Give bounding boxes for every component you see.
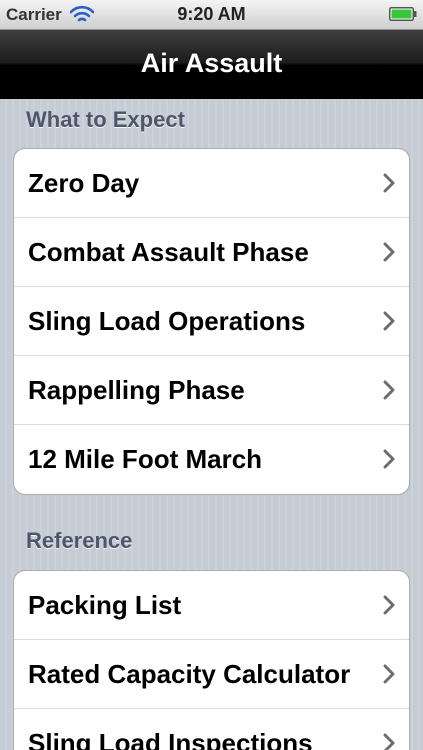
- row-zero-day[interactable]: Zero Day: [14, 149, 409, 218]
- chevron-right-icon: [383, 173, 395, 193]
- row-label: Rated Capacity Calculator: [28, 659, 351, 689]
- row-label: Zero Day: [28, 168, 140, 198]
- row-label: Sling Load Inspections: [28, 728, 313, 750]
- row-label: Rappelling Phase: [28, 375, 245, 405]
- chevron-right-icon: [383, 664, 395, 684]
- chevron-right-icon: [383, 595, 395, 615]
- chevron-right-icon: [383, 449, 395, 469]
- battery-icon: [389, 7, 417, 21]
- row-label: Packing List: [28, 590, 182, 620]
- row-sling-load-inspections[interactable]: Sling Load Inspections: [14, 709, 409, 750]
- row-12-mile-foot-march[interactable]: 12 Mile Foot March: [14, 425, 409, 494]
- row-label: Sling Load Operations: [28, 306, 306, 336]
- reference-group: Packing List Rated Capacity Calculator S…: [13, 570, 410, 750]
- row-sling-load-operations[interactable]: Sling Load Operations: [14, 287, 409, 356]
- status-time: 9:20 AM: [177, 4, 246, 24]
- section-header-what-to-expect: What to Expect: [26, 107, 185, 132]
- row-combat-assault-phase[interactable]: Combat Assault Phase: [14, 218, 409, 287]
- row-packing-list[interactable]: Packing List: [14, 571, 409, 640]
- status-bar: Carrier 9:20 AM: [0, 0, 423, 30]
- navigation-bar: Air Assault: [0, 30, 423, 99]
- chevron-right-icon: [383, 311, 395, 331]
- chevron-right-icon: [383, 733, 395, 750]
- chevron-right-icon: [383, 242, 395, 262]
- nav-title: Air Assault: [140, 48, 283, 78]
- row-label: Combat Assault Phase: [28, 237, 309, 267]
- row-rappelling-phase[interactable]: Rappelling Phase: [14, 356, 409, 425]
- section-header-reference: Reference: [26, 528, 133, 553]
- row-label: 12 Mile Foot March: [28, 444, 263, 474]
- chevron-right-icon: [383, 380, 395, 400]
- row-rated-capacity-calculator[interactable]: Rated Capacity Calculator: [14, 640, 409, 709]
- what-to-expect-group: Zero Day Combat Assault Phase Sling Load…: [13, 148, 410, 495]
